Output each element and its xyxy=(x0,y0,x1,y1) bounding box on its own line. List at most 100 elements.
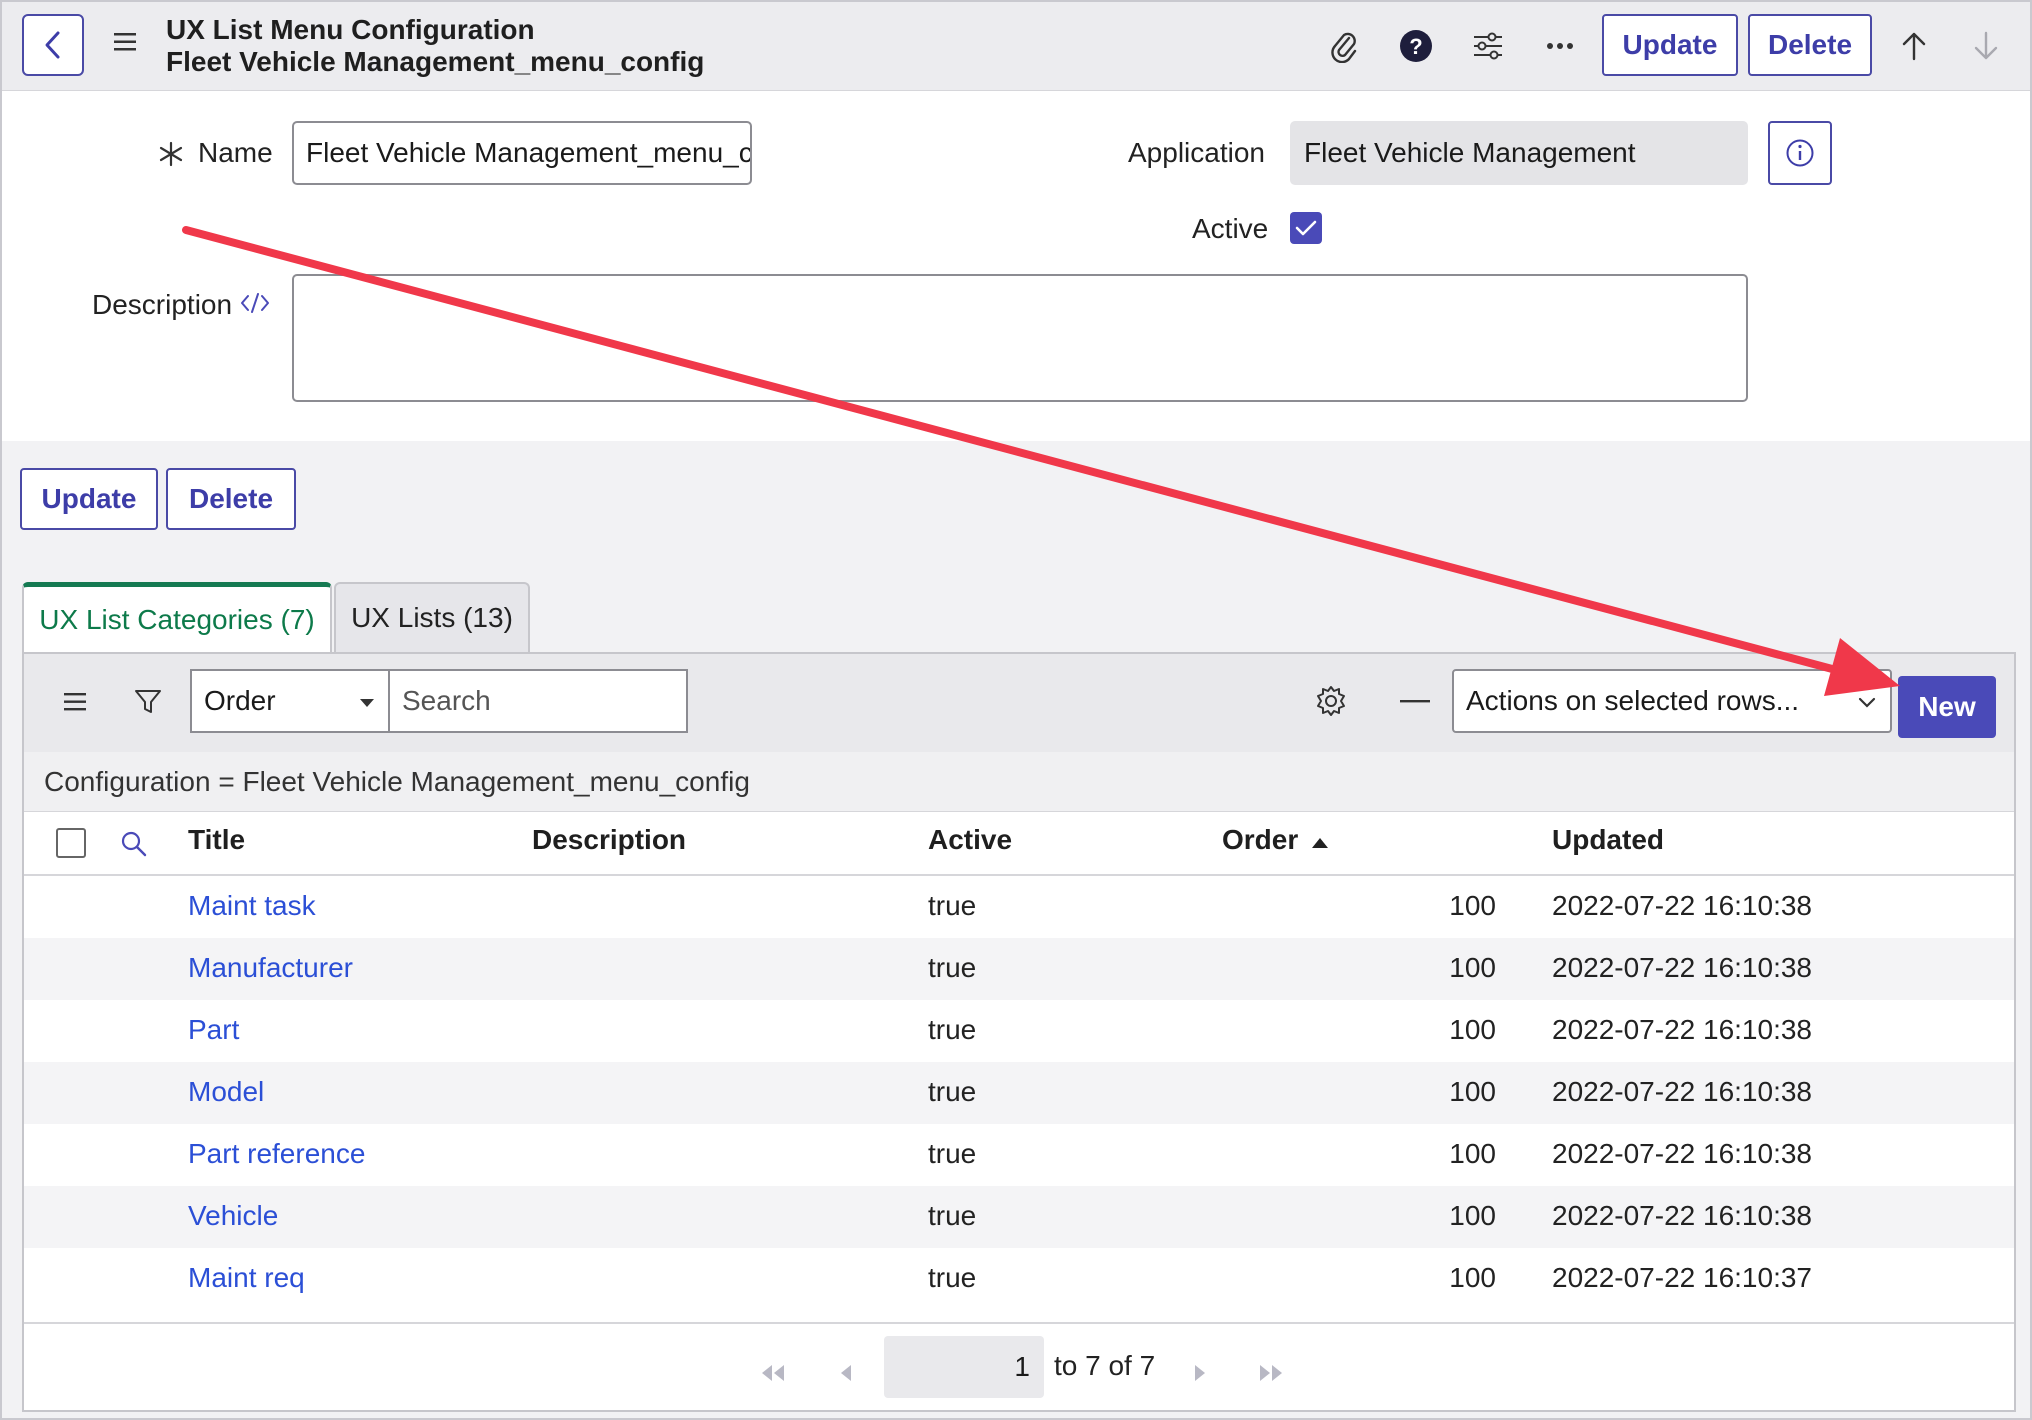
row-order: 100 xyxy=(1449,1262,1496,1293)
back-button[interactable] xyxy=(22,14,84,76)
column-header-title[interactable]: Title xyxy=(188,824,245,856)
help-icon[interactable]: ? xyxy=(1396,26,1436,66)
active-checkbox[interactable] xyxy=(1290,212,1322,244)
next-page-icon[interactable] xyxy=(1192,1358,1208,1388)
chevron-left-icon xyxy=(45,31,60,59)
row-active: true xyxy=(928,1138,977,1169)
row-title-link[interactable]: Vehicle xyxy=(188,1200,278,1232)
row-order: 100 xyxy=(1449,1138,1496,1169)
row-title-link[interactable]: Manufacturer xyxy=(188,952,353,984)
name-label: Name xyxy=(198,137,273,168)
row-title-link[interactable]: Model xyxy=(188,1076,264,1108)
form-delete-button[interactable]: Delete xyxy=(166,468,296,530)
actions-select-value: Actions on selected rows... xyxy=(1466,685,1800,716)
hamburger-menu-icon[interactable] xyxy=(114,32,140,52)
row-title-link[interactable]: Part xyxy=(188,1014,239,1046)
row-active: true xyxy=(928,1076,977,1107)
previous-record-arrow-icon[interactable] xyxy=(1894,26,1934,66)
collapse-icon[interactable] xyxy=(1400,700,1430,704)
row-active: true xyxy=(928,952,977,983)
paperclip-icon[interactable] xyxy=(1324,26,1364,66)
related-list-panel: Order Search Actions on selected rows...… xyxy=(22,652,2016,1412)
row-active: true xyxy=(928,1014,977,1045)
row-updated: 2022-07-22 16:10:38 xyxy=(1552,890,1812,921)
sort-field-value: Order xyxy=(204,685,276,716)
active-label: Active xyxy=(1192,213,1269,244)
row-updated: 2022-07-22 16:10:38 xyxy=(1552,952,1812,983)
app-window: UX List Menu Configuration Fleet Vehicle… xyxy=(0,0,2032,1420)
chevron-down-icon xyxy=(1858,697,1876,708)
pagination-range: to 7 of 7 xyxy=(1054,1350,1156,1381)
row-updated: 2022-07-22 16:10:38 xyxy=(1552,1014,1812,1045)
name-input[interactable]: Fleet Vehicle Management_menu_config xyxy=(292,121,752,185)
column-header-active[interactable]: Active xyxy=(928,824,1012,856)
row-title-link[interactable]: Part reference xyxy=(188,1138,365,1170)
row-updated: 2022-07-22 16:10:38 xyxy=(1552,1200,1812,1231)
tab-ux-lists[interactable]: UX Lists (13) xyxy=(334,582,530,652)
tab-ux-list-categories[interactable]: UX List Categories (7) xyxy=(22,582,332,652)
info-icon xyxy=(1786,139,1814,167)
row-updated: 2022-07-22 16:10:38 xyxy=(1552,1138,1812,1169)
search-input[interactable]: Search xyxy=(388,669,688,733)
next-record-arrow-icon[interactable] xyxy=(1966,26,2006,66)
table-row[interactable]: Manufacturer true 100 2022-07-22 16:10:3… xyxy=(24,938,2014,1000)
description-label: Description xyxy=(92,289,233,320)
actions-on-selected-rows-select[interactable]: Actions on selected rows... xyxy=(1452,669,1892,733)
checkmark-icon xyxy=(1295,220,1317,236)
row-active: true xyxy=(928,1262,977,1293)
table-row[interactable]: Part reference true 100 2022-07-22 16:10… xyxy=(24,1124,2014,1186)
table-row[interactable]: Maint req true 100 2022-07-22 16:10:37 xyxy=(24,1248,2014,1310)
filter-icon[interactable] xyxy=(134,688,162,716)
header-update-button[interactable]: Update xyxy=(1602,14,1738,76)
row-order: 100 xyxy=(1449,952,1496,983)
table-row[interactable]: Part true 100 2022-07-22 16:10:38 xyxy=(24,1000,2014,1062)
column-header-order[interactable]: Order xyxy=(1222,824,1298,856)
form-update-button[interactable]: Update xyxy=(20,468,158,530)
filter-breadcrumb[interactable]: Configuration = Fleet Vehicle Management… xyxy=(24,752,2014,812)
application-label: Application xyxy=(1128,137,1265,168)
settings-sliders-icon[interactable] xyxy=(1468,26,1508,66)
row-order: 100 xyxy=(1449,890,1496,921)
first-page-icon[interactable] xyxy=(758,1358,786,1388)
column-header-updated[interactable]: Updated xyxy=(1552,824,1664,856)
row-updated: 2022-07-22 16:10:38 xyxy=(1552,1076,1812,1107)
page-number-input[interactable]: 1 xyxy=(884,1336,1044,1398)
table-row[interactable]: Model true 100 2022-07-22 16:10:38 xyxy=(24,1062,2014,1124)
row-active: true xyxy=(928,1200,977,1231)
new-button[interactable]: New xyxy=(1898,676,1996,738)
form-title-table: UX List Menu Configuration xyxy=(166,14,535,45)
row-updated: 2022-07-22 16:10:37 xyxy=(1552,1262,1812,1293)
select-all-checkbox[interactable] xyxy=(56,828,86,858)
row-order: 100 xyxy=(1449,1200,1496,1231)
header-delete-button[interactable]: Delete xyxy=(1748,14,1872,76)
mandatory-asterisk-icon xyxy=(159,141,183,167)
list-toolbar: Order Search Actions on selected rows...… xyxy=(24,654,2014,752)
table-row[interactable]: Vehicle true 100 2022-07-22 16:10:38 xyxy=(24,1186,2014,1248)
list-menu-icon[interactable] xyxy=(64,692,88,712)
form-header: UX List Menu Configuration Fleet Vehicle… xyxy=(2,2,2030,91)
application-field: Fleet Vehicle Management xyxy=(1290,121,1748,185)
row-order: 100 xyxy=(1449,1076,1496,1107)
application-info-button[interactable] xyxy=(1768,121,1832,185)
form-title: UX List Menu Configuration Fleet Vehicle… xyxy=(166,14,704,78)
row-title-link[interactable]: Maint req xyxy=(188,1262,305,1294)
description-textarea[interactable] xyxy=(292,274,1748,402)
record-form: Name Fleet Vehicle Management_menu_confi… xyxy=(2,91,2030,441)
row-order: 100 xyxy=(1449,1014,1496,1045)
table-row[interactable]: Maint task true 100 2022-07-22 16:10:38 xyxy=(24,876,2014,938)
search-icon[interactable] xyxy=(120,830,148,858)
column-header-description[interactable]: Description xyxy=(532,824,686,856)
footer-divider xyxy=(24,1322,2014,1324)
svg-text:?: ? xyxy=(1409,34,1422,59)
sort-field-select[interactable]: Order xyxy=(190,669,390,733)
sort-ascending-icon xyxy=(1312,838,1328,848)
more-options-icon[interactable] xyxy=(1540,26,1580,66)
previous-page-icon[interactable] xyxy=(838,1358,854,1388)
caret-down-icon xyxy=(360,699,374,707)
last-page-icon[interactable] xyxy=(1258,1358,1286,1388)
gear-icon[interactable] xyxy=(1314,684,1348,718)
row-active: true xyxy=(928,890,977,921)
form-title-record: Fleet Vehicle Management_menu_config xyxy=(166,46,705,77)
row-title-link[interactable]: Maint task xyxy=(188,890,316,922)
code-icon[interactable] xyxy=(240,291,270,315)
